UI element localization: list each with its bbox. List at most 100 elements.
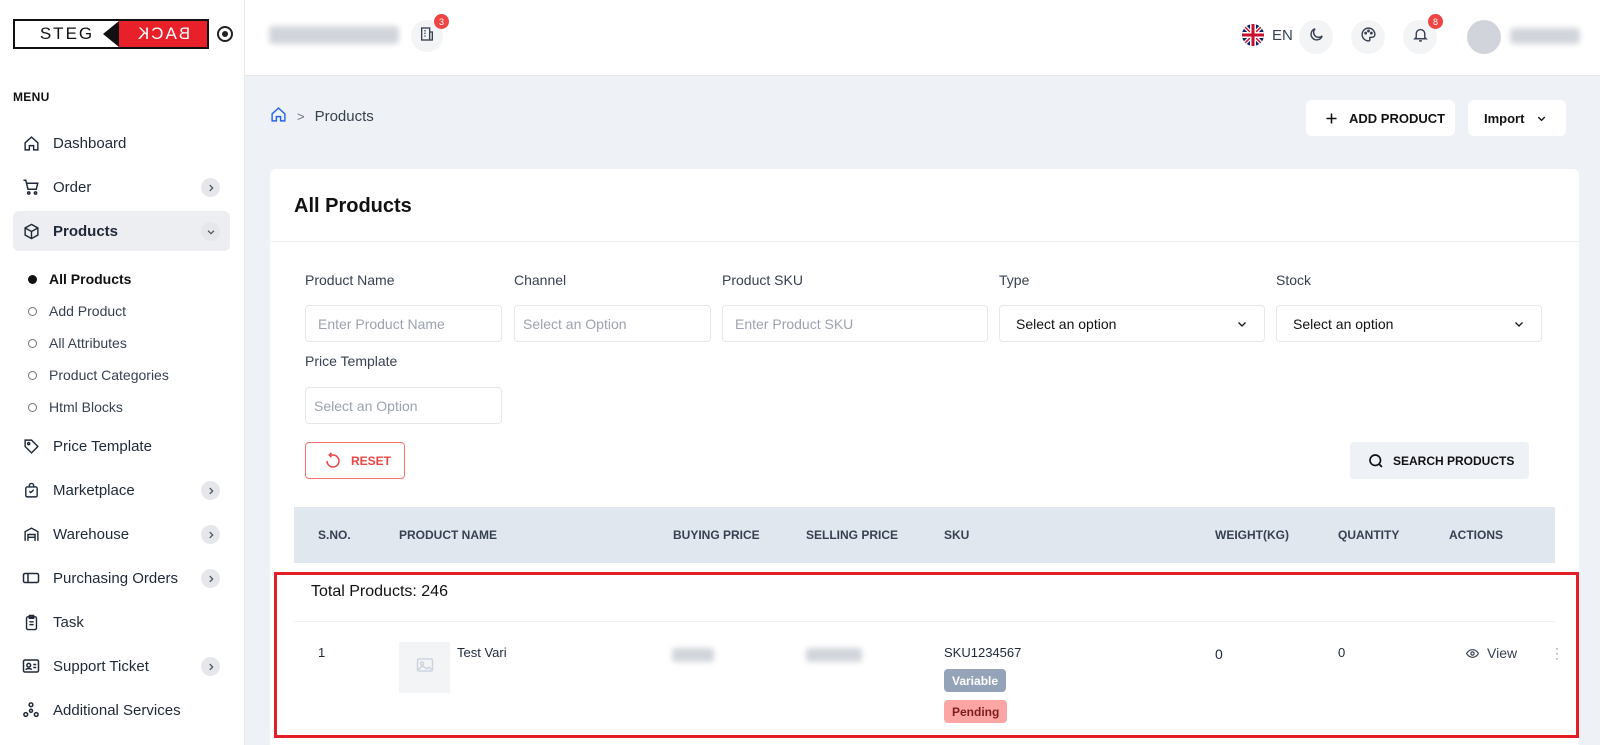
chevron-right-icon[interactable] <box>201 525 220 544</box>
bullet-icon <box>28 370 37 380</box>
product-name-input[interactable] <box>305 305 502 342</box>
table-header: S.NO. PRODUCT NAME BUYING PRICE SELLING … <box>294 507 1555 563</box>
price-template-select[interactable]: Select an Option <box>305 387 502 424</box>
sidebar-item-price-template[interactable]: Price Template <box>13 426 230 466</box>
search-products-button[interactable]: SEARCH PRODUCTS <box>1350 442 1529 479</box>
channel-label: Channel <box>514 272 567 288</box>
sidebar-item-label: Task <box>53 613 84 631</box>
highlight-box <box>274 572 1579 738</box>
building-icon <box>419 26 435 47</box>
sidebar-item-label: Price Template <box>53 437 152 455</box>
bullet-icon <box>28 402 37 412</box>
sidebar-sub-label: All Products <box>49 271 132 287</box>
bell-icon <box>1412 26 1429 48</box>
sidebar-item-support-ticket[interactable]: Support Ticket <box>13 646 230 686</box>
col-product-name: PRODUCT NAME <box>399 528 497 542</box>
product-sku-label: Product SKU <box>722 272 803 288</box>
chevron-down-icon[interactable] <box>201 222 220 241</box>
stock-select[interactable]: Select an option <box>1276 305 1542 342</box>
sidebar-item-warehouse[interactable]: Warehouse <box>13 514 230 554</box>
id-card-icon <box>22 657 40 675</box>
ticket-icon <box>22 569 40 587</box>
home-icon <box>22 134 40 152</box>
moon-icon <box>1308 26 1325 48</box>
sidebar-item-label: Order <box>53 178 92 196</box>
col-sku: SKU <box>944 528 970 542</box>
logo[interactable]: STEG BACK <box>13 19 209 49</box>
sidebar-item-additional-services[interactable]: Additional Services <box>13 690 230 730</box>
col-quantity: QUANTITY <box>1338 528 1400 542</box>
reset-label: RESET <box>351 453 392 468</box>
add-product-label: ADD PRODUCT <box>1349 110 1446 126</box>
topbar: 3 EN 8 <box>245 0 1600 76</box>
import-button[interactable]: Import <box>1468 100 1566 136</box>
sidebar-item-dashboard[interactable]: Dashboard <box>13 123 230 163</box>
box-icon <box>22 222 40 240</box>
col-sno: S.NO. <box>318 528 351 542</box>
sidebar-sub-label: Html Blocks <box>49 399 123 415</box>
notification-badge: 8 <box>1428 14 1443 29</box>
type-select[interactable]: Select an option <box>999 305 1265 342</box>
col-selling-price: SELLING PRICE <box>806 528 899 542</box>
price-template-label: Price Template <box>305 353 398 369</box>
cart-icon <box>22 178 40 196</box>
chevron-right-icon[interactable] <box>201 178 220 197</box>
breadcrumb: > Products <box>270 106 374 127</box>
col-weight: WEIGHT(KG) <box>1215 528 1289 542</box>
bullet-icon <box>28 306 37 316</box>
sidebar-sub-all-attributes[interactable]: All Attributes <box>28 335 127 351</box>
menu-title: MENU <box>13 90 50 104</box>
sidebar-sub-all-products[interactable]: All Products <box>28 271 131 287</box>
logo-right-text: BACK <box>119 21 207 47</box>
clipboard-icon <box>22 613 40 631</box>
search-icon <box>1367 452 1385 470</box>
add-product-button[interactable]: ADD PRODUCT <box>1306 100 1455 136</box>
sidebar-sub-html-blocks[interactable]: Html Blocks <box>28 399 123 415</box>
chevron-right-icon[interactable] <box>201 481 220 500</box>
theme-button[interactable] <box>1351 20 1385 54</box>
company-switch-button[interactable]: 3 <box>411 14 449 52</box>
username-blurred[interactable] <box>1510 28 1580 44</box>
stock-label: Stock <box>1276 272 1312 288</box>
sidebar-item-label: Support Ticket <box>53 657 149 675</box>
sidebar-item-task[interactable]: Task <box>13 602 230 642</box>
sidebar-item-marketplace[interactable]: Marketplace <box>13 470 230 510</box>
sidebar-item-label: Marketplace <box>53 481 135 499</box>
building-badge: 3 <box>434 14 449 29</box>
sidebar-item-label: Dashboard <box>53 134 127 152</box>
logo-row: STEG BACK <box>13 19 233 49</box>
uk-flag-icon <box>1242 24 1264 46</box>
reset-button[interactable]: RESET <box>305 442 405 479</box>
sidebar-item-order[interactable]: Order <box>13 167 230 207</box>
col-actions: ACTIONS <box>1449 528 1503 542</box>
sidebar-toggle-icon[interactable] <box>217 26 233 42</box>
notifications-button[interactable]: 8 <box>1403 14 1443 54</box>
channel-select[interactable]: Select an Option <box>514 305 711 342</box>
sidebar-sub-label: Product Categories <box>49 367 169 383</box>
stock-value: Select an option <box>1293 315 1394 332</box>
sidebar-sub-add-product[interactable]: Add Product <box>28 303 126 319</box>
company-name-blurred[interactable] <box>269 26 399 44</box>
sidebar-item-purchasing-orders[interactable]: Purchasing Orders <box>13 558 230 598</box>
sidebar-item-label: Additional Services <box>53 701 181 719</box>
chevron-right-icon[interactable] <box>201 657 220 676</box>
reset-icon <box>324 451 342 470</box>
language-selector[interactable]: EN <box>1242 24 1293 46</box>
product-sku-input[interactable] <box>722 305 988 342</box>
dark-mode-button[interactable] <box>1299 20 1333 54</box>
language-label: EN <box>1272 26 1293 44</box>
page-title: All Products <box>294 195 412 217</box>
sidebar: STEG BACK MENU Dashboard Order Products … <box>0 0 245 745</box>
home-icon[interactable] <box>270 106 287 127</box>
sidebar-sub-product-categories[interactable]: Product Categories <box>28 367 169 383</box>
chevron-down-icon <box>1536 113 1547 124</box>
sidebar-item-products[interactable]: Products <box>13 211 230 251</box>
sidebar-item-label: Products <box>53 222 119 240</box>
bullet-icon <box>28 274 37 284</box>
divider <box>270 241 1579 242</box>
channel-placeholder: Select an Option <box>523 315 627 332</box>
chevron-right-icon[interactable] <box>201 569 220 588</box>
avatar[interactable] <box>1467 20 1501 54</box>
warehouse-icon <box>22 525 40 543</box>
sidebar-sub-label: All Attributes <box>49 335 127 351</box>
